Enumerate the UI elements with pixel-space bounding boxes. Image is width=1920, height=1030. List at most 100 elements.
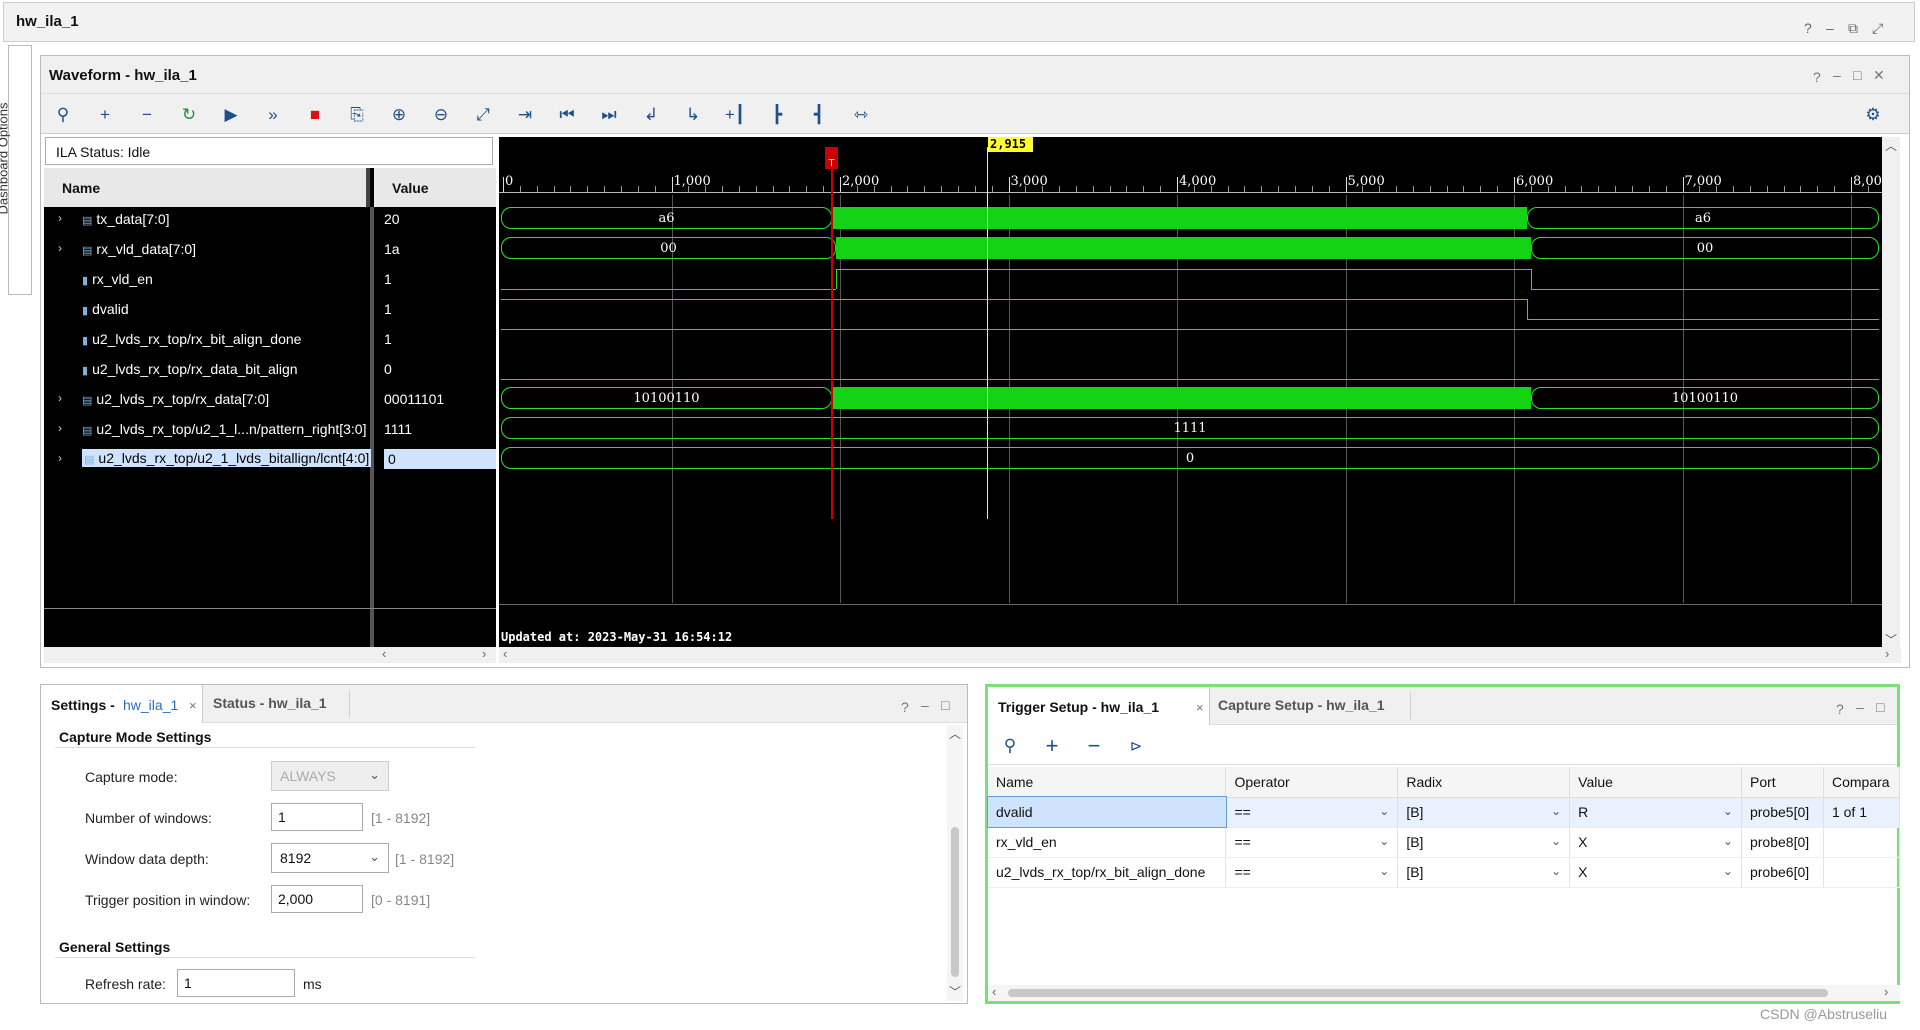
- close-icon[interactable]: ✕: [1873, 67, 1885, 84]
- signal-value[interactable]: 00011101: [384, 391, 444, 407]
- scroll-thumb[interactable]: [951, 827, 959, 977]
- zoom-out-icon[interactable]: ⊖: [427, 101, 455, 129]
- chevron-up-icon[interactable]: ︿: [1885, 137, 1897, 154]
- signal-value[interactable]: 1: [384, 301, 392, 317]
- trigger-name-cell[interactable]: dvalid: [987, 796, 1227, 828]
- chevron-down-icon[interactable]: ﹀: [949, 983, 961, 1000]
- waveform-canvas[interactable]: 0 1,000 2,000 3,000 4,000 5,000 6,000 7,000 8,00…: [499, 137, 1882, 647]
- signal-name[interactable]: ▮ u2_lvds_rx_top/rx_bit_align_done: [82, 331, 301, 347]
- close-icon[interactable]: ×: [1196, 700, 1204, 715]
- chevron-right-icon[interactable]: ›: [58, 391, 62, 405]
- settings-gear-icon[interactable]: ⚙: [1859, 101, 1887, 129]
- scroll-thumb[interactable]: [1008, 989, 1828, 997]
- signal-value[interactable]: 1111: [384, 421, 412, 437]
- tab-settings[interactable]: Settings - hw_ila_1 ×: [41, 685, 203, 723]
- export-icon[interactable]: ⎘: [343, 101, 371, 129]
- signal-name[interactable]: ▤ tx_data[7:0]: [82, 211, 170, 227]
- trigger-radix-cell[interactable]: [B] ⌄: [1397, 827, 1571, 858]
- vertical-scrollbar[interactable]: ︿ ﹀: [1882, 137, 1900, 647]
- remove-icon[interactable]: −: [133, 101, 161, 129]
- col-compare[interactable]: Compara: [1823, 767, 1901, 798]
- signal-row[interactable]: ▮ u2_lvds_rx_top/rx_bit_align_done 1: [44, 327, 496, 351]
- chevron-up-icon[interactable]: ︿: [949, 725, 961, 742]
- prev-transition-icon[interactable]: ↲: [637, 101, 665, 129]
- signal-row[interactable]: ▮ rx_vld_en 1: [44, 267, 496, 291]
- signal-value[interactable]: 20: [384, 211, 400, 227]
- next-transition-icon[interactable]: ↳: [679, 101, 707, 129]
- trigger-name-cell[interactable]: u2_lvds_rx_top/rx_bit_align_done: [988, 857, 1227, 888]
- minimize-icon[interactable]: –: [1826, 20, 1834, 36]
- trigger-operator-cell[interactable]: == ⌄: [1225, 827, 1399, 858]
- tab-trigger-setup[interactable]: Trigger Setup - hw_ila_1 ×: [988, 687, 1210, 725]
- signal-row[interactable]: › ▤ rx_vld_data[7:0] 1a: [44, 237, 496, 261]
- chevron-left-icon[interactable]: ‹: [992, 984, 996, 999]
- trigger-operator-cell[interactable]: == ⌄: [1225, 797, 1399, 828]
- window-depth-select[interactable]: 8192 ⌄: [271, 843, 389, 873]
- add-icon[interactable]: +: [1038, 732, 1066, 760]
- trigger-port-cell[interactable]: probe5[0]: [1741, 797, 1824, 828]
- trigger-port-cell[interactable]: probe8[0]: [1741, 827, 1824, 858]
- trigger-marker[interactable]: T: [825, 147, 838, 169]
- run-icon[interactable]: ▶: [217, 101, 245, 129]
- trigger-radix-cell[interactable]: [B] ⌄: [1397, 797, 1571, 828]
- signal-name[interactable]: ▤ u2_lvds_rx_top/u2_1_lvds_bitallign/lcnt…: [82, 449, 372, 467]
- chevron-down-icon[interactable]: ⌄: [1551, 804, 1561, 818]
- signal-row[interactable]: ▮ dvalid 1: [44, 297, 496, 321]
- signal-row[interactable]: › ▤ tx_data[7:0] 20: [44, 207, 496, 231]
- trigger-value-cell[interactable]: X ⌄: [1569, 827, 1742, 858]
- dashboard-options-tab[interactable]: Dashboard Options: [0, 45, 32, 295]
- trigger-name-cell[interactable]: rx_vld_en: [988, 827, 1227, 858]
- chevron-down-icon[interactable]: ⌄: [1723, 864, 1733, 878]
- minimize-icon[interactable]: –: [921, 697, 929, 713]
- chevron-left-icon[interactable]: ‹: [382, 646, 386, 661]
- chevron-right-icon[interactable]: ›: [1884, 984, 1888, 999]
- cursor-line[interactable]: [987, 147, 988, 519]
- trigger-port-cell[interactable]: probe6[0]: [1741, 857, 1824, 888]
- run-trigger-icon[interactable]: ↻: [175, 101, 203, 129]
- signal-value[interactable]: 0: [384, 361, 392, 377]
- go-to-start-icon[interactable]: ⏮: [553, 101, 581, 129]
- help-icon[interactable]: ?: [1836, 701, 1844, 717]
- signal-value[interactable]: 1a: [384, 241, 400, 257]
- chevron-down-icon[interactable]: ⌄: [1551, 834, 1561, 848]
- go-to-end-icon[interactable]: ⏭: [595, 101, 623, 129]
- signal-name[interactable]: ▤ u2_lvds_rx_top/u2_1_l...n/pattern_right…: [82, 421, 366, 437]
- list-scrollbar[interactable]: ‹ ›: [44, 646, 496, 663]
- horizontal-scrollbar[interactable]: ‹ ›: [499, 646, 1901, 663]
- help-icon[interactable]: ?: [901, 699, 909, 715]
- next-marker-icon[interactable]: ┫: [805, 101, 833, 129]
- search-icon[interactable]: ⚲: [996, 732, 1024, 760]
- col-radix[interactable]: Radix: [1397, 767, 1571, 798]
- go-to-cursor-icon[interactable]: ⇥: [511, 101, 539, 129]
- signal-name[interactable]: ▤ rx_vld_data[7:0]: [82, 241, 196, 257]
- chevron-left-icon[interactable]: ‹: [503, 646, 507, 661]
- trigger-radix-cell[interactable]: [B] ⌄: [1397, 857, 1571, 888]
- col-port[interactable]: Port: [1741, 767, 1824, 798]
- run-immediate-icon[interactable]: »: [259, 101, 287, 129]
- num-windows-input[interactable]: 1: [271, 803, 363, 831]
- signal-value[interactable]: 0: [384, 449, 496, 469]
- signal-row[interactable]: › ▤ u2_lvds_rx_top/u2_1_l...n/pattern_righ…: [44, 417, 496, 441]
- signal-name[interactable]: ▮ u2_lvds_rx_top/rx_data_bit_align: [82, 361, 298, 377]
- maximize-icon[interactable]: □: [1853, 67, 1861, 83]
- signal-name[interactable]: ▮ dvalid: [82, 301, 129, 317]
- settings-scrollbar[interactable]: ︿ ﹀: [947, 725, 963, 1001]
- zoom-fit-icon[interactable]: ⤢: [469, 101, 497, 129]
- trigger-row[interactable]: rx_vld_en == ⌄ [B] ⌄ X ⌄ probe8[0]: [988, 827, 1901, 858]
- add-icon[interactable]: +: [91, 101, 119, 129]
- close-icon[interactable]: ×: [189, 698, 197, 713]
- col-name[interactable]: Name: [988, 767, 1227, 798]
- chevron-down-icon[interactable]: ⌄: [1379, 834, 1389, 848]
- chevron-down-icon[interactable]: ⌄: [1551, 864, 1561, 878]
- trigger-compare-cell[interactable]: [1823, 827, 1901, 858]
- chevron-down-icon[interactable]: ⌄: [1723, 804, 1733, 818]
- trigger-row[interactable]: u2_lvds_rx_top/rx_bit_align_done == ⌄ [B] ⌄ X…: [988, 857, 1901, 888]
- chevron-right-icon[interactable]: ›: [482, 646, 486, 661]
- swap-cursors-icon[interactable]: ⇿: [847, 101, 875, 129]
- restore-icon[interactable]: ⧉: [1848, 20, 1858, 37]
- col-operator[interactable]: Operator: [1225, 767, 1399, 798]
- maximize-icon[interactable]: ⤢: [1872, 20, 1883, 37]
- zoom-in-icon[interactable]: ⊕: [385, 101, 413, 129]
- trigger-operator-cell[interactable]: == ⌄: [1225, 857, 1399, 888]
- trigger-scrollbar[interactable]: ‹ ›: [988, 984, 1900, 1001]
